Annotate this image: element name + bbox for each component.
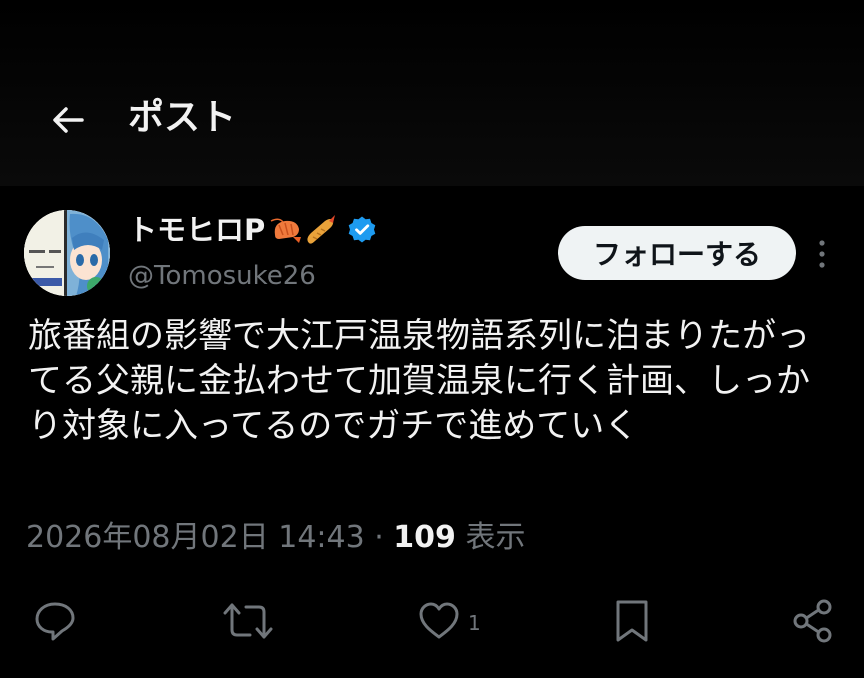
back-button[interactable] xyxy=(46,98,90,142)
bookmark-icon xyxy=(616,600,648,642)
post-timestamp[interactable]: 2026年08月02日 14:43 xyxy=(26,520,365,555)
share-icon xyxy=(793,599,832,643)
views-label: 表示 xyxy=(455,520,526,555)
top-bar: ポスト xyxy=(0,0,864,186)
author-handle[interactable]: @Tomosuke26 xyxy=(128,258,316,294)
more-vertical-icon xyxy=(819,240,825,268)
author-name-row[interactable]: トモヒロP xyxy=(128,210,377,250)
like-count: 1 xyxy=(468,611,481,635)
more-button[interactable] xyxy=(808,232,836,276)
shrimp-icon xyxy=(270,218,302,243)
fried-shrimp-icon xyxy=(307,215,336,244)
verified-badge[interactable] xyxy=(347,215,377,245)
meta-separator: · xyxy=(364,520,394,555)
views-count[interactable]: 109 xyxy=(393,520,456,555)
arrow-left-icon xyxy=(53,107,84,133)
repost-icon xyxy=(223,603,273,639)
page-title: ポスト xyxy=(128,97,237,138)
avatar-image xyxy=(24,210,110,296)
verified-badge-icon xyxy=(348,216,376,243)
post-text: 旅番組の影響で大江戸温泉物語系列に泊まりたがってる父親に金払わせて加賀温泉に行く… xyxy=(28,316,810,446)
heart-icon xyxy=(419,602,459,639)
reply-icon xyxy=(35,602,75,641)
like-button[interactable]: 1 xyxy=(416,595,481,647)
share-button[interactable] xyxy=(790,595,836,647)
follow-button[interactable]: フォローする xyxy=(558,226,796,280)
bookmark-button[interactable] xyxy=(612,595,652,647)
repost-button[interactable] xyxy=(222,595,274,647)
reply-button[interactable] xyxy=(32,595,78,647)
name-emoji-group xyxy=(269,213,337,247)
author-name[interactable]: トモヒロP xyxy=(128,210,265,250)
post-meta: 2026年08月02日 14:43 · 109 表示 xyxy=(26,518,525,558)
action-bar: 1 xyxy=(0,595,864,647)
post-detail-page: ポスト トモヒロP @Tomosuke26 フォローする 旅番組の影響で大江戸温… xyxy=(0,0,864,678)
avatar[interactable] xyxy=(24,210,110,296)
